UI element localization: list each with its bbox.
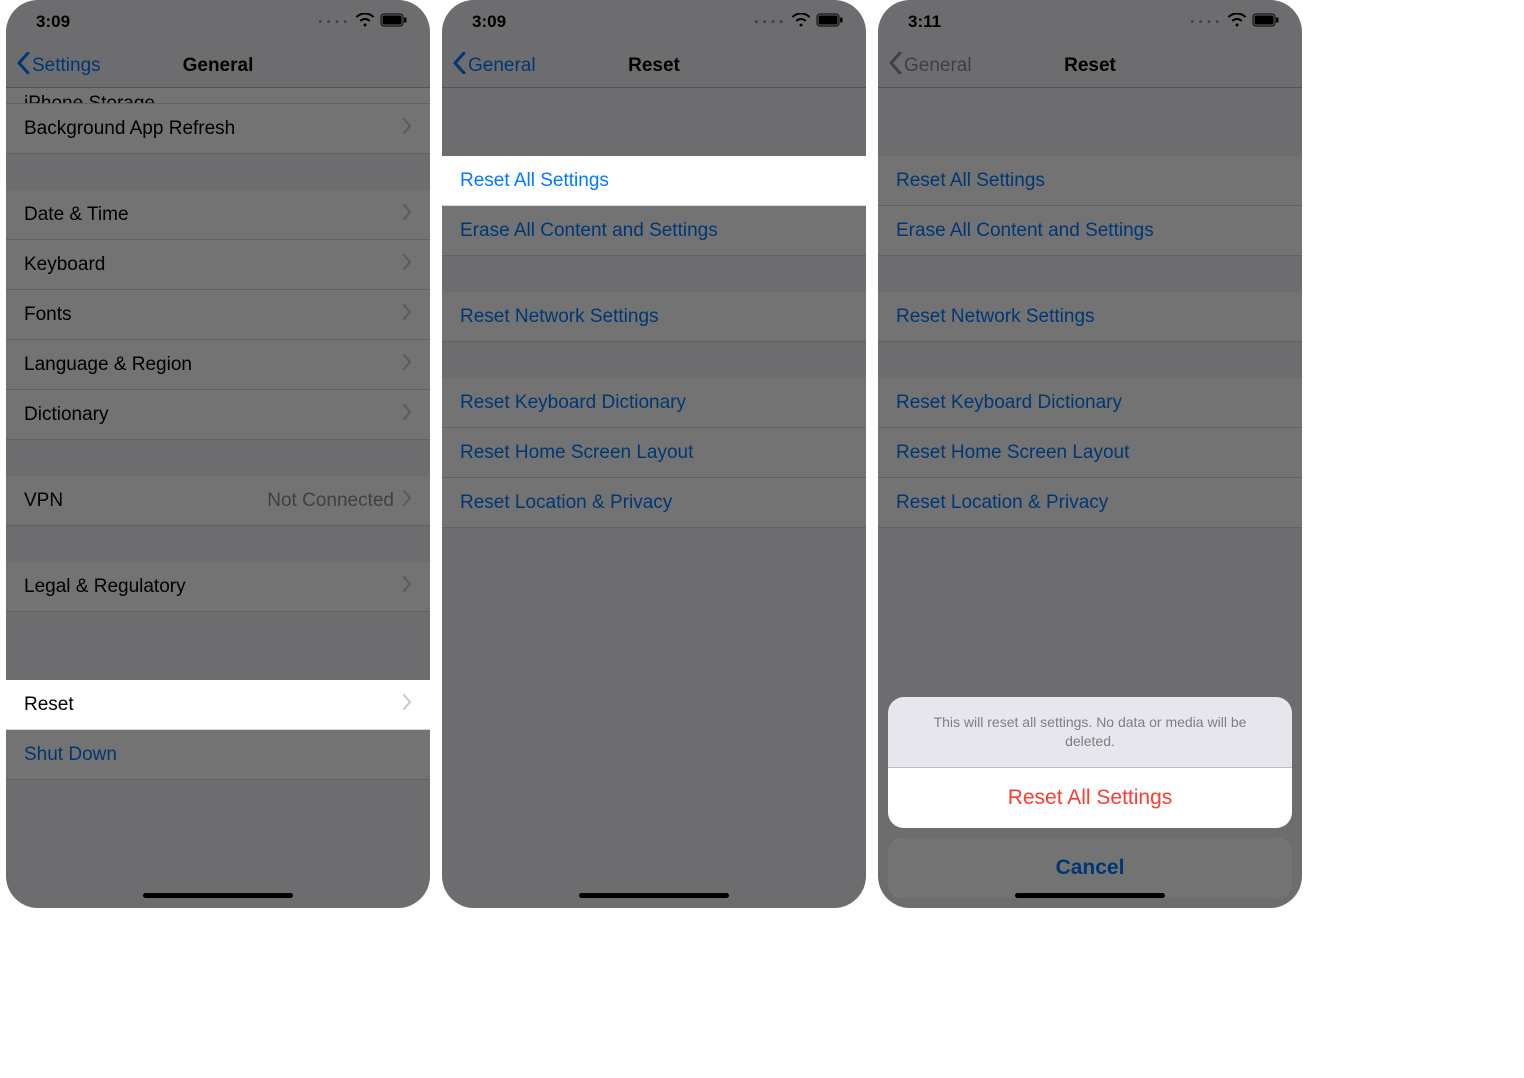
list-item[interactable]: iPhone Storage [6,88,430,104]
home-indicator[interactable] [579,893,729,898]
chevron-left-icon [452,52,466,80]
chevron-right-icon [402,576,412,598]
action-sheet: This will reset all settings. No data or… [888,697,1292,898]
home-indicator[interactable] [1015,893,1165,898]
action-sheet-group: This will reset all settings. No data or… [888,697,1292,828]
list-item[interactable]: Language & Region [6,340,430,390]
cellular-dots-icon: • • • • [755,17,784,28]
panel-reset: 3:09 • • • • General Reset Reset All Set… [442,0,866,908]
chevron-left-icon [16,52,30,80]
chevron-right-icon [402,490,412,512]
section-gap [878,256,1302,292]
status-bar: 3:09 • • • • [6,0,430,44]
battery-icon [1252,12,1280,32]
list-item[interactable]: Legal & Regulatory [6,562,430,612]
nav-back[interactable]: General [442,52,536,80]
status-right: • • • • [319,12,408,32]
nav-back-label: General [904,55,972,77]
chevron-right-icon [402,404,412,426]
chevron-right-icon [402,204,412,226]
list-item[interactable]: Dictionary [6,390,430,440]
section-gap [878,342,1302,378]
nav-back[interactable]: Settings [6,52,101,80]
nav-back-label: General [468,55,536,77]
action-sheet-message: This will reset all settings. No data or… [888,697,1292,768]
reset-all-settings-item[interactable]: Reset All Settings [442,156,866,206]
shut-down-item[interactable]: Shut Down [6,730,430,780]
chevron-right-icon [402,694,412,716]
chevron-right-icon [402,354,412,376]
status-time: 3:09 [36,12,70,32]
reset-location-privacy-item[interactable]: Reset Location & Privacy [878,478,1302,528]
panel-general: 3:09 • • • • Settings General iPhone Sto… [6,0,430,908]
reset-list[interactable]: Reset All Settings Erase All Content and… [442,88,866,528]
list-item[interactable]: Date & Time [6,190,430,240]
reset-home-layout-item[interactable]: Reset Home Screen Layout [442,428,866,478]
section-gap [6,154,430,190]
chevron-left-icon [888,52,902,80]
list-item[interactable]: VPNNot Connected [6,476,430,526]
chevron-right-icon [402,118,412,140]
reset-item[interactable]: Reset [6,680,430,730]
chevron-right-icon [402,304,412,326]
section-gap [878,88,1302,156]
settings-list[interactable]: iPhone Storage Background App Refresh Da… [6,88,430,780]
nav-bar: General Reset [442,44,866,88]
reset-list: Reset All Settings Erase All Content and… [878,88,1302,528]
section-gap [442,88,866,156]
wifi-icon [792,12,810,32]
list-item[interactable]: Background App Refresh [6,104,430,154]
action-sheet-destructive-button[interactable]: Reset All Settings [888,768,1292,828]
section-gap [6,612,430,680]
section-gap [442,342,866,378]
section-gap [6,440,430,476]
wifi-icon [356,12,374,32]
list-item[interactable]: Keyboard [6,240,430,290]
reset-keyboard-dict-item[interactable]: Reset Keyboard Dictionary [878,378,1302,428]
action-sheet-cancel-button[interactable]: Cancel [888,838,1292,898]
nav-back-label: Settings [32,55,101,77]
battery-icon [380,12,408,32]
status-time: 3:11 [908,12,941,32]
reset-home-layout-item[interactable]: Reset Home Screen Layout [878,428,1302,478]
nav-bar: Settings General [6,44,430,88]
detail-text: Not Connected [267,490,394,512]
battery-icon [816,12,844,32]
status-right: • • • • [755,12,844,32]
cellular-dots-icon: • • • • [1191,17,1220,28]
panel-reset-confirm: 3:11 • • • • General Reset Reset All Set… [878,0,1302,908]
wifi-icon [1228,12,1246,32]
status-bar: 3:09 • • • • [442,0,866,44]
reset-keyboard-dict-item[interactable]: Reset Keyboard Dictionary [442,378,866,428]
reset-network-item[interactable]: Reset Network Settings [878,292,1302,342]
reset-network-item[interactable]: Reset Network Settings [442,292,866,342]
reset-all-settings-item[interactable]: Reset All Settings [878,156,1302,206]
status-bar: 3:11 • • • • [878,0,1302,44]
section-gap [6,526,430,562]
erase-all-content-item[interactable]: Erase All Content and Settings [878,206,1302,256]
section-gap [442,256,866,292]
chevron-right-icon [402,254,412,276]
reset-location-privacy-item[interactable]: Reset Location & Privacy [442,478,866,528]
list-item[interactable]: Fonts [6,290,430,340]
status-time: 3:09 [472,12,506,32]
cellular-dots-icon: • • • • [319,17,348,28]
erase-all-content-item[interactable]: Erase All Content and Settings [442,206,866,256]
nav-back: General [878,52,972,80]
status-right: • • • • [1191,12,1280,32]
nav-bar: General Reset [878,44,1302,88]
home-indicator[interactable] [143,893,293,898]
